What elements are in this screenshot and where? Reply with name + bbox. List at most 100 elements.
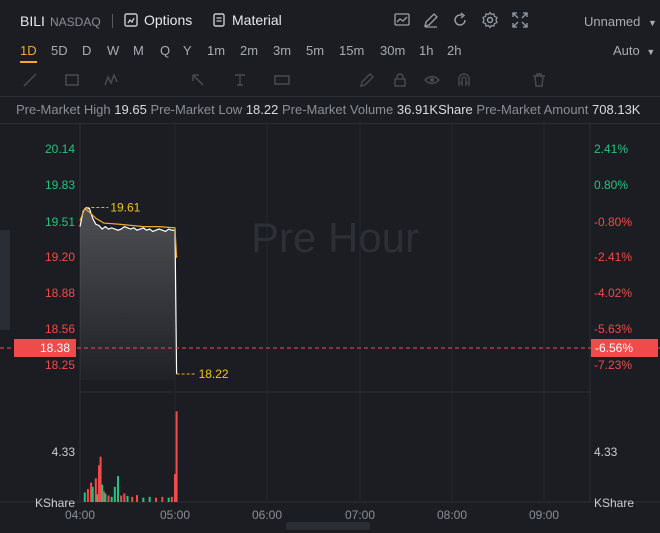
pattern-icon[interactable] bbox=[104, 72, 120, 88]
chart-watermark: Pre Hour bbox=[251, 214, 419, 261]
measure-icon[interactable] bbox=[274, 72, 290, 88]
percent-tick: 0.80% bbox=[594, 178, 628, 192]
time-tick: 09:00 bbox=[529, 508, 559, 522]
bottom-panel-handle[interactable] bbox=[286, 522, 370, 530]
options-label: Options bbox=[144, 12, 193, 28]
pm-high-value: 19.65 bbox=[114, 102, 147, 117]
volume-bar bbox=[117, 476, 119, 502]
options-icon bbox=[124, 13, 138, 27]
eye-icon[interactable] bbox=[424, 72, 440, 88]
time-tick: 06:00 bbox=[252, 508, 282, 522]
volume-bar bbox=[120, 495, 123, 502]
exchange-label: NASDAQ bbox=[50, 15, 101, 29]
material-button[interactable]: Material bbox=[212, 12, 282, 28]
timeframe-q[interactable]: Q bbox=[160, 43, 170, 58]
rectangle-icon[interactable] bbox=[64, 72, 80, 88]
volume-unit-right: KShare bbox=[594, 496, 634, 510]
volume-bar bbox=[107, 495, 110, 502]
caret-down-icon: ▼ bbox=[648, 18, 657, 28]
price-chart[interactable]: Pre Hour 20.14 19.83 19.51 19.20 18.88 18.56 18… bbox=[0, 122, 660, 522]
volume-bar bbox=[136, 495, 138, 502]
pm-amount-value: 708.13K bbox=[592, 102, 641, 117]
volume-bar bbox=[142, 497, 145, 502]
timeframe-bar: Auto ▼ 1D 5D D W M Q Y 1m 2m 3m 5m 15m 30m 1h 2h bbox=[0, 40, 660, 64]
percent-tick: -0.80% bbox=[594, 215, 632, 229]
symbol-label[interactable]: BILI bbox=[20, 13, 45, 29]
volume-bar bbox=[126, 495, 129, 502]
volume-axis-left: 4.33 bbox=[52, 445, 76, 459]
scale-mode-dropdown[interactable]: Auto ▼ bbox=[613, 43, 655, 58]
volume-bar bbox=[175, 411, 178, 502]
timeframe-1d[interactable]: 1D bbox=[20, 43, 37, 63]
price-tick: 20.14 bbox=[45, 142, 75, 156]
arrow-icon[interactable] bbox=[190, 72, 206, 88]
volume-bar bbox=[113, 486, 116, 502]
pm-low-label: Pre-Market Low bbox=[150, 102, 243, 117]
volume-bar bbox=[86, 489, 89, 502]
timeframe-2h[interactable]: 2h bbox=[447, 43, 461, 58]
timeframe-1h[interactable]: 1h bbox=[419, 43, 433, 58]
layout-dropdown[interactable]: Unnamed ▼ bbox=[584, 14, 657, 29]
pm-high-label: Pre-Market High bbox=[16, 102, 111, 117]
price-tick: 18.88 bbox=[45, 286, 75, 300]
pm-volume-value: 36.91KShare bbox=[396, 102, 473, 117]
price-tick: 19.20 bbox=[45, 250, 75, 264]
volume-axis-right: 4.33 bbox=[594, 445, 618, 459]
volume-bar bbox=[83, 492, 86, 502]
chart-icon[interactable] bbox=[393, 11, 411, 29]
gear-icon[interactable] bbox=[481, 11, 499, 29]
trash-icon[interactable] bbox=[531, 72, 547, 88]
percent-tick: -4.02% bbox=[594, 286, 632, 300]
edit-icon[interactable] bbox=[422, 11, 440, 29]
timeframe-1m[interactable]: 1m bbox=[207, 43, 225, 58]
material-icon bbox=[213, 13, 225, 27]
pencil-icon[interactable] bbox=[359, 72, 375, 88]
material-label: Material bbox=[232, 12, 282, 28]
premarket-summary: Pre-Market High 19.65 Pre-Market Low 18.… bbox=[0, 96, 660, 124]
volume-bar bbox=[131, 496, 134, 502]
divider bbox=[112, 14, 113, 28]
volume-bar bbox=[167, 497, 170, 502]
timeframe-y[interactable]: Y bbox=[183, 43, 192, 58]
volume-bar bbox=[123, 493, 126, 502]
text-tool-icon[interactable] bbox=[232, 72, 248, 88]
current-pct-value: -6.56% bbox=[595, 341, 633, 355]
timeframe-15m[interactable]: 15m bbox=[339, 43, 364, 58]
price-tick: 18.25 bbox=[45, 358, 75, 372]
options-button[interactable]: Options bbox=[124, 12, 192, 28]
low-marker-label: 18.22 bbox=[199, 367, 229, 381]
fullscreen-icon[interactable] bbox=[511, 11, 529, 29]
price-area bbox=[80, 207, 175, 380]
layout-name: Unnamed bbox=[584, 14, 641, 29]
volume-bar bbox=[161, 496, 164, 502]
price-tick: 19.83 bbox=[45, 178, 75, 192]
trend-line-icon[interactable] bbox=[22, 72, 38, 88]
current-price-value: 18.38 bbox=[40, 341, 70, 355]
volume-bar bbox=[155, 497, 157, 502]
timeframe-5m[interactable]: 5m bbox=[306, 43, 324, 58]
pm-amount-label: Pre-Market Amount bbox=[476, 102, 589, 117]
lock-icon[interactable] bbox=[392, 72, 408, 88]
percent-tick: -2.41% bbox=[594, 250, 632, 264]
timeframe-d[interactable]: D bbox=[82, 43, 91, 58]
price-tick: 18.56 bbox=[45, 322, 75, 336]
timeframe-3m[interactable]: 3m bbox=[273, 43, 291, 58]
volume-bar bbox=[170, 496, 173, 502]
timeframe-2m[interactable]: 2m bbox=[240, 43, 258, 58]
left-panel-handle[interactable] bbox=[0, 230, 10, 330]
volume-bar bbox=[104, 493, 107, 502]
magnet-icon[interactable] bbox=[456, 72, 472, 88]
timeframe-5d[interactable]: 5D bbox=[51, 43, 68, 58]
timeframe-m[interactable]: M bbox=[133, 43, 144, 58]
percent-tick: -7.23% bbox=[594, 358, 632, 372]
timeframe-30m[interactable]: 30m bbox=[380, 43, 405, 58]
pm-low-value: 18.22 bbox=[245, 102, 279, 117]
time-tick: 07:00 bbox=[345, 508, 375, 522]
high-marker-label: 19.61 bbox=[110, 200, 140, 214]
volume-bar bbox=[91, 486, 94, 502]
volume-bar bbox=[110, 496, 113, 502]
percent-tick: 2.41% bbox=[594, 142, 628, 156]
refresh-icon[interactable] bbox=[451, 11, 469, 29]
timeframe-w[interactable]: W bbox=[107, 43, 119, 58]
time-tick: 08:00 bbox=[437, 508, 467, 522]
